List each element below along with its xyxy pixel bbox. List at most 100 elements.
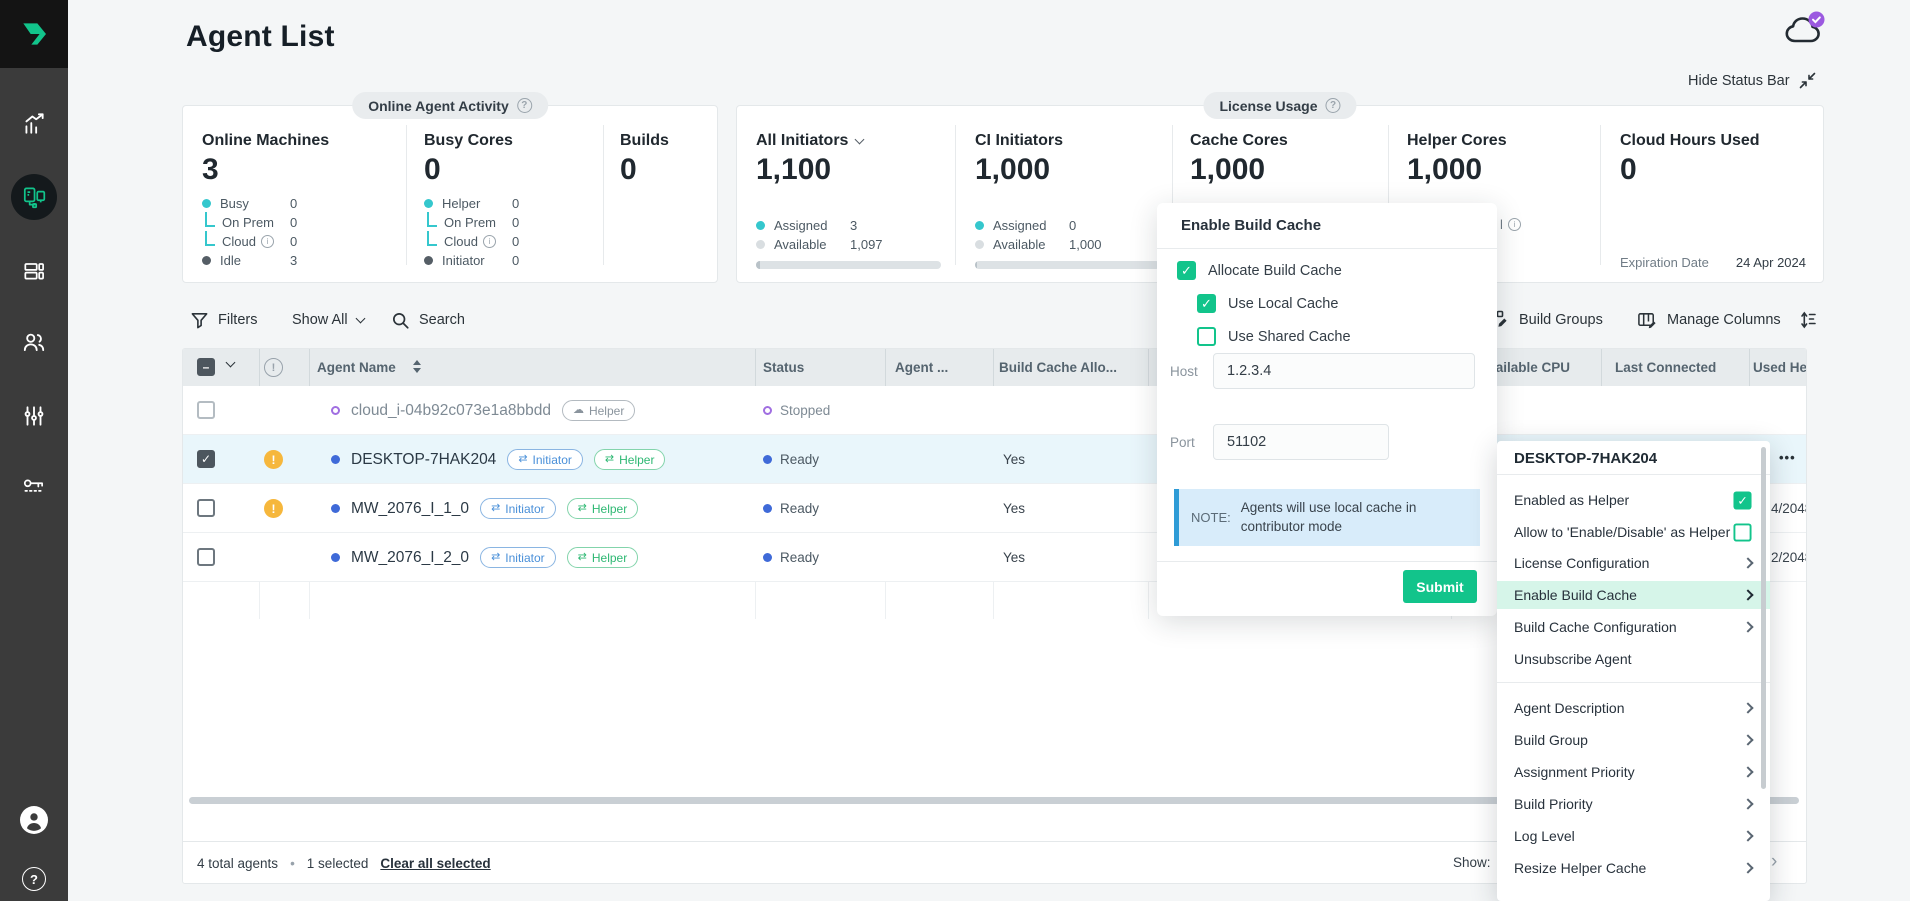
dot-separator: • bbox=[290, 856, 295, 871]
help-circle-icon[interactable]: ? bbox=[1326, 98, 1341, 113]
divider bbox=[603, 125, 604, 265]
checkbox-checked[interactable]: ✓ bbox=[1197, 294, 1216, 313]
menu-scrollbar[interactable] bbox=[1761, 447, 1766, 789]
info-icon[interactable]: i bbox=[1508, 218, 1521, 231]
sidebar-item-agents[interactable] bbox=[0, 174, 68, 220]
stat-row-label: Assigned bbox=[774, 218, 827, 233]
cloud-status-button[interactable] bbox=[1782, 10, 1826, 55]
stat-row-label: Cloud bbox=[444, 234, 478, 249]
manage-columns-icon bbox=[1637, 310, 1658, 331]
stat-value: 1,000 bbox=[1190, 152, 1288, 188]
cloud-icon: ☁ bbox=[573, 405, 584, 416]
row-checkbox[interactable] bbox=[197, 401, 215, 419]
license-usage-pill: License Usage ? bbox=[1203, 92, 1356, 119]
port-input[interactable] bbox=[1213, 424, 1389, 460]
selection-dropdown-icon[interactable] bbox=[226, 358, 236, 368]
stat-row: Cloudi0 bbox=[202, 232, 329, 251]
column-status[interactable]: Status bbox=[763, 349, 804, 386]
agent-name[interactable]: MW_2076_I_2_0 bbox=[351, 549, 469, 567]
table-row[interactable]: cloud_i-04b92c073e1a8bbdd ☁Helper Stoppe… bbox=[183, 386, 1807, 435]
user-avatar[interactable] bbox=[20, 806, 48, 834]
chevron-down-icon[interactable] bbox=[855, 134, 865, 144]
sidebar-item-license[interactable] bbox=[0, 463, 68, 509]
sidebar-item-settings[interactable] bbox=[0, 393, 68, 439]
checkbox-unchecked[interactable] bbox=[1733, 523, 1751, 541]
info-icon[interactable]: i bbox=[483, 235, 496, 248]
select-all-checkbox[interactable]: – bbox=[197, 358, 215, 376]
online-activity-pill: Online Agent Activity ? bbox=[352, 92, 548, 119]
stat-row-value: 0 bbox=[512, 215, 519, 230]
stat-row-value: 0 bbox=[512, 234, 519, 249]
sidebar-item-analytics[interactable] bbox=[0, 100, 68, 146]
checkbox-checked[interactable]: ✓ bbox=[1177, 261, 1196, 280]
build-groups-button[interactable]: Build Groups bbox=[1488, 306, 1603, 334]
chevron-right-icon bbox=[1742, 702, 1753, 713]
search-label: Search bbox=[419, 312, 465, 328]
column-agent-name[interactable]: Agent Name bbox=[317, 349, 396, 386]
agent-list-screen: ? Agent List Hide Status Bar Online Agen… bbox=[0, 0, 1910, 901]
app-logo[interactable] bbox=[0, 0, 68, 68]
next-page-button[interactable]: › bbox=[1771, 842, 1777, 884]
submit-button[interactable]: Submit bbox=[1403, 570, 1477, 603]
menu-item-enabled-as-helper[interactable]: Enabled as Helper✓ bbox=[1497, 486, 1770, 514]
manage-columns-button[interactable]: Manage Columns bbox=[1637, 306, 1781, 334]
menu-item-build-priority[interactable]: Build Priority bbox=[1497, 790, 1770, 818]
row-more-button[interactable]: ••• bbox=[1779, 435, 1796, 484]
agent-name[interactable]: DESKTOP-7HAK204 bbox=[351, 451, 496, 469]
swap-icon: ⇄ bbox=[491, 503, 500, 514]
row-checkbox[interactable] bbox=[197, 499, 215, 517]
stat-row: Idle3 bbox=[202, 251, 329, 270]
search-icon bbox=[391, 311, 410, 330]
row-checkbox[interactable] bbox=[197, 548, 215, 566]
page-title: Agent List bbox=[186, 20, 335, 54]
column-last-connected[interactable]: Last Connected bbox=[1615, 349, 1716, 386]
stat-value: 1,100 bbox=[756, 152, 941, 188]
agent-name[interactable]: MW_2076_I_1_0 bbox=[351, 500, 469, 518]
menu-item-agent-description[interactable]: Agent Description bbox=[1497, 694, 1770, 722]
row-checkbox[interactable]: ✓ bbox=[197, 450, 215, 468]
menu-item-unsubscribe-agent[interactable]: Unsubscribe Agent bbox=[1497, 645, 1770, 673]
sort-icon[interactable] bbox=[413, 360, 421, 373]
used-helper-value: 4/2048 bbox=[1771, 484, 1807, 533]
stat-row-value: 0 bbox=[290, 196, 297, 211]
host-input[interactable] bbox=[1213, 353, 1475, 389]
agent-name[interactable]: cloud_i-04b92c073e1a8bbdd bbox=[351, 402, 551, 420]
stat-row: Busy0 bbox=[202, 194, 329, 213]
row-height-button[interactable] bbox=[1797, 306, 1817, 334]
checkbox-checked[interactable]: ✓ bbox=[1733, 491, 1751, 509]
status-text: Ready bbox=[780, 550, 819, 565]
help-circle-icon[interactable]: ? bbox=[517, 98, 532, 113]
status-text: Stopped bbox=[780, 403, 830, 418]
allocate-build-cache-label: Allocate Build Cache bbox=[1208, 263, 1342, 279]
menu-item-license-configuration[interactable]: License Configuration bbox=[1497, 549, 1770, 577]
hide-status-bar-button[interactable]: Hide Status Bar bbox=[1688, 72, 1816, 89]
analytics-icon bbox=[21, 110, 47, 136]
checkbox-unchecked[interactable] bbox=[1197, 327, 1216, 346]
menu-item-assignment-priority[interactable]: Assignment Priority bbox=[1497, 758, 1770, 786]
sidebar-item-builds[interactable] bbox=[0, 248, 68, 294]
search-button[interactable]: Search bbox=[391, 306, 465, 334]
menu-item-resize-helper-cache[interactable]: Resize Helper Cache bbox=[1497, 854, 1770, 882]
sidebar-item-users[interactable] bbox=[0, 319, 68, 365]
menu-item-log-level[interactable]: Log Level bbox=[1497, 822, 1770, 850]
sliders-icon bbox=[21, 403, 47, 429]
column-build-cache-allocated[interactable]: Build Cache Allo... bbox=[999, 349, 1117, 386]
column-used-helper[interactable]: Used Helper bbox=[1753, 349, 1807, 386]
clear-all-selected-link[interactable]: Clear all selected bbox=[380, 856, 490, 871]
help-button[interactable]: ? bbox=[22, 867, 46, 891]
person-icon bbox=[21, 807, 47, 833]
warning-icon[interactable]: ! bbox=[264, 499, 283, 518]
stat-title: Builds bbox=[620, 132, 669, 150]
stat-row-value: 0 bbox=[290, 215, 297, 230]
column-agent-truncated[interactable]: Agent ... bbox=[895, 349, 948, 386]
info-icon[interactable]: i bbox=[261, 235, 274, 248]
filter-icon bbox=[190, 311, 209, 330]
builds-icon bbox=[21, 258, 47, 284]
show-all-dropdown[interactable]: Show All bbox=[292, 306, 364, 334]
menu-item-build-cache-configuration[interactable]: Build Cache Configuration bbox=[1497, 613, 1770, 641]
menu-item-allow-enable-disable[interactable]: Allow to 'Enable/Disable' as Helper bbox=[1497, 518, 1770, 546]
menu-item-build-group[interactable]: Build Group bbox=[1497, 726, 1770, 754]
filters-button[interactable]: Filters bbox=[190, 306, 257, 334]
warning-icon[interactable]: ! bbox=[264, 450, 283, 469]
menu-item-enable-build-cache[interactable]: Enable Build Cache bbox=[1497, 581, 1770, 609]
